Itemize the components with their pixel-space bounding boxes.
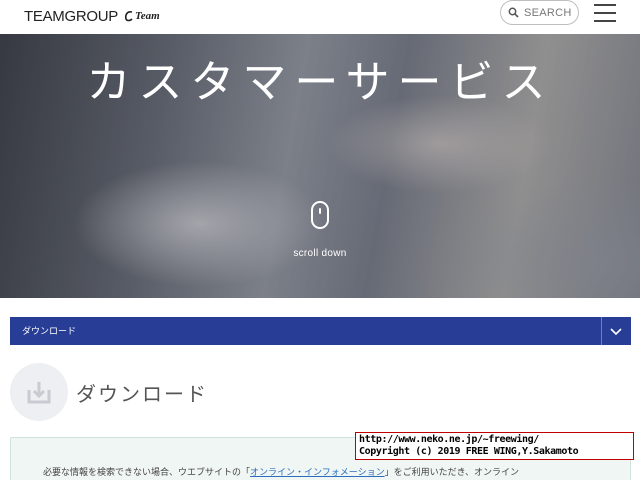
hero-title: カスタマーサービス [86, 57, 554, 108]
breadcrumb-label: ダウンロード [22, 327, 77, 337]
site-header: TEAMGROUP Team SEARCH [0, 0, 640, 34]
notice-text-before: 必要な情報を検索できない場合、ウエブサイトの「 [43, 468, 251, 478]
breadcrumb-bar[interactable]: ダウンロード [10, 317, 631, 345]
page: TEAMGROUP Team SEARCH カスタマーサービス scroll d… [0, 0, 640, 480]
chevron-down-icon[interactable] [608, 323, 624, 339]
scroll-down-label[interactable]: scroll down [0, 248, 640, 259]
logo-badge-text: Team [134, 10, 160, 22]
logo-badge: Team [124, 10, 160, 22]
online-information-link[interactable]: オンライン・インフォメーション [250, 468, 385, 478]
hamburger-menu-icon[interactable] [594, 4, 616, 22]
overlay-url: http://www.neko.ne.jp/~freewing/ [359, 434, 539, 445]
search-button[interactable]: SEARCH [500, 0, 579, 25]
notice-text: 必要な情報を検索できない場合、ウエブサイトの「オンライン・インフォメーション」を… [43, 465, 519, 478]
breadcrumb-divider [601, 317, 602, 345]
download-section-icon [10, 363, 68, 421]
logo-swoosh-icon [124, 11, 133, 22]
overlay-copyright: Copyright (c) 2019 FREE WING,Y.Sakamoto [359, 446, 579, 457]
hero-banner: カスタマーサービス scroll down [0, 34, 640, 298]
notice-text-after: 」をご利用いただき、オンライン [384, 468, 519, 478]
mouse-scroll-icon[interactable] [311, 201, 329, 229]
section-title: ダウンロード [76, 382, 208, 406]
download-tray-icon [27, 382, 51, 404]
teamgroup-logo[interactable]: TEAMGROUP Team [24, 6, 160, 26]
logo-text: TEAMGROUP [24, 7, 118, 25]
search-icon [508, 7, 519, 18]
search-label: SEARCH [524, 6, 572, 19]
copyright-overlay: http://www.neko.ne.jp/~freewing/ Copyrig… [355, 432, 634, 460]
